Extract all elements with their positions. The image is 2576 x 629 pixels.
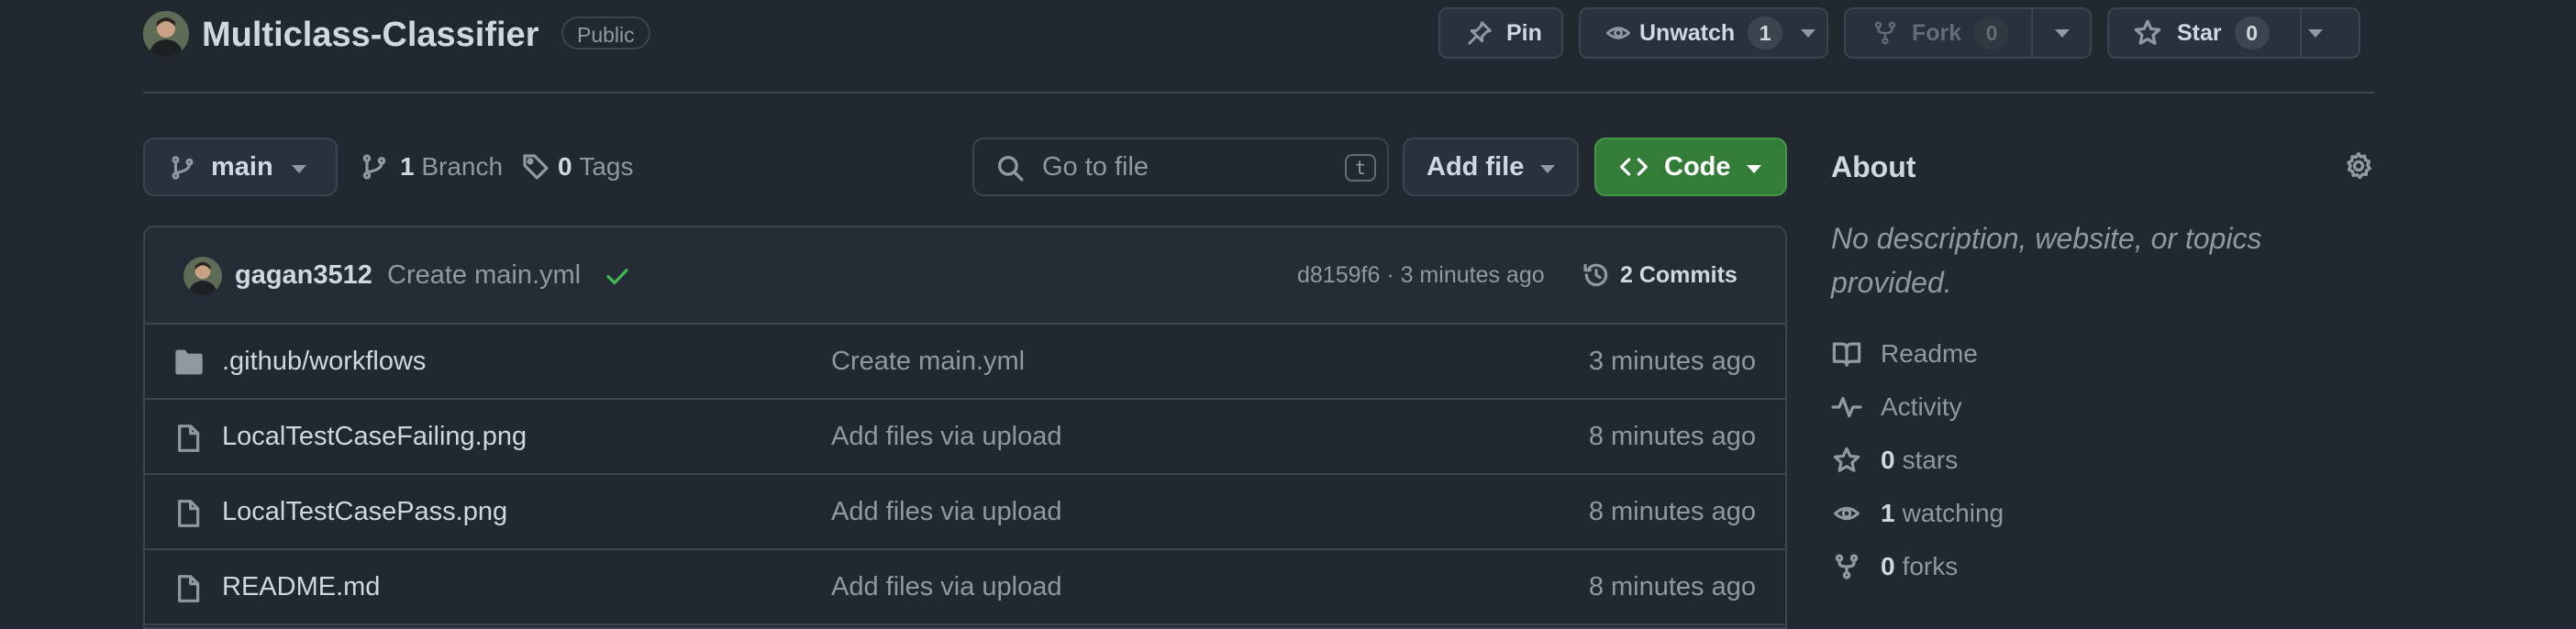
readme-label: Readme	[1881, 339, 1978, 368]
file-commit-time: 8 minutes ago	[1588, 422, 1756, 451]
history-icon	[1583, 263, 1608, 287]
file-commit-time: 8 minutes ago	[1588, 572, 1756, 601]
commit-author[interactable]: gagan3512	[235, 227, 372, 323]
file-commit-message[interactable]: Add files via upload	[831, 475, 1062, 548]
code-icon	[1620, 158, 1648, 176]
tags-count: 0	[558, 152, 572, 181]
fork-icon	[1835, 554, 1859, 579]
about-description: No description, website, or topics provi…	[1831, 222, 2262, 299]
pin-label: Pin	[1506, 19, 1542, 46]
add-file-label: Add file	[1427, 152, 1525, 182]
check-icon[interactable]	[604, 262, 631, 290]
file-row[interactable]: README.md Add files via upload 8 minutes…	[145, 550, 1785, 625]
file-commit-message[interactable]: Add files via upload	[831, 400, 1062, 473]
search-placeholder: Go to file	[1042, 152, 1149, 182]
eye-icon	[1834, 506, 1860, 521]
commit-message[interactable]: Create main.yml	[387, 227, 581, 323]
commits-link[interactable]: 2 Commits	[1620, 227, 1738, 323]
fork-counter: 0	[1974, 17, 2010, 50]
star-icon	[1833, 447, 1860, 472]
commit-hash-time[interactable]: d8159f6 · 3 minutes ago	[1297, 227, 1545, 323]
gear-icon[interactable]	[2343, 150, 2374, 182]
star-button[interactable]: Star 0	[2107, 7, 2360, 59]
stars-link[interactable]: 0 stars	[1831, 442, 1958, 479]
stars-label: stars	[1902, 446, 1959, 474]
file-name[interactable]: .github/workflows	[222, 325, 426, 398]
activity-label: Activity	[1881, 392, 1962, 421]
unwatch-label: Unwatch	[1639, 19, 1736, 46]
fork-icon	[1874, 21, 1896, 45]
file-table: gagan3512 Create main.yml d8159f6 · 3 mi…	[143, 226, 1787, 629]
visibility-badge: Public	[561, 17, 650, 50]
file-row[interactable]: .github/workflows Create main.yml 3 minu…	[145, 325, 1785, 400]
search-icon	[997, 155, 1024, 182]
file-icon	[178, 575, 200, 602]
fork-button[interactable]: Fork 0	[1844, 7, 2092, 59]
file-commit-time: 8 minutes ago	[1588, 497, 1756, 526]
pin-icon	[1468, 21, 1492, 45]
chevron-down-icon	[1747, 165, 1761, 173]
watchers-counter: 1	[1748, 17, 1783, 50]
chevron-down-icon	[1801, 28, 1816, 38]
folder-icon	[175, 349, 203, 375]
star-icon	[2134, 19, 2161, 45]
code-label: Code	[1664, 152, 1731, 182]
latest-commit-bar: gagan3512 Create main.yml d8159f6 · 3 mi…	[145, 227, 1785, 325]
chevron-down-icon	[292, 165, 306, 173]
branch-selector[interactable]: main	[143, 138, 338, 196]
unwatch-button[interactable]: Unwatch 1	[1579, 7, 1828, 59]
owner-avatar[interactable]	[143, 11, 189, 57]
fork-dropdown-icon[interactable]	[2055, 28, 2071, 38]
file-name[interactable]: LocalTestCasePass.png	[222, 475, 507, 548]
header-divider	[143, 92, 2374, 94]
forks-label: forks	[1902, 552, 1959, 580]
branches-label: Branch	[421, 152, 504, 181]
author-avatar[interactable]	[183, 257, 222, 295]
star-dropdown-icon[interactable]	[2307, 28, 2323, 38]
branch-name: main	[211, 152, 273, 182]
file-commit-message[interactable]: Add files via upload	[831, 550, 1062, 623]
branches-count: 1	[400, 152, 415, 181]
add-file-button[interactable]: Add file	[1403, 138, 1579, 196]
star-label: Star	[2177, 19, 2222, 46]
repo-name[interactable]: Multiclass-Classifier	[202, 13, 539, 57]
fork-label: Fork	[1912, 19, 1962, 46]
branch-icon	[362, 154, 386, 180]
file-icon	[178, 500, 200, 527]
file-commit-message[interactable]: Create main.yml	[831, 325, 1025, 398]
book-icon	[1832, 342, 1861, 367]
watching-count: 1	[1881, 499, 1895, 527]
tags-label: Tags	[579, 152, 634, 181]
file-commit-time: 3 minutes ago	[1588, 347, 1756, 376]
eye-icon	[1605, 27, 1631, 39]
file-name[interactable]: README.md	[222, 550, 380, 623]
file-row[interactable]: LocalTestCasePass.png Add files via uplo…	[145, 475, 1785, 550]
search-shortcut-key: t	[1345, 154, 1376, 182]
file-icon	[178, 425, 200, 452]
forks-count: 0	[1881, 552, 1895, 580]
activity-link[interactable]: Activity	[1831, 389, 1962, 425]
watching-link[interactable]: 1 watching	[1831, 495, 2004, 532]
file-name[interactable]: LocalTestCaseFailing.png	[222, 400, 527, 473]
go-to-file-search[interactable]: Go to file t	[972, 138, 1389, 196]
file-row[interactable]: LocalTestCaseFailing.png Add files via u…	[145, 400, 1785, 475]
pulse-icon	[1831, 396, 1862, 418]
readme-link[interactable]: Readme	[1831, 336, 1978, 372]
code-button[interactable]: Code	[1594, 138, 1787, 196]
forks-link[interactable]: 0 forks	[1831, 548, 1958, 585]
tag-icon	[523, 154, 549, 180]
star-counter: 0	[2234, 17, 2270, 50]
about-heading: About	[1831, 150, 1916, 183]
chevron-down-icon	[1540, 165, 1555, 173]
branch-icon	[172, 156, 194, 180]
tags-link[interactable]: 0 Tags	[521, 138, 634, 196]
watching-label: watching	[1902, 499, 2004, 527]
stars-count: 0	[1881, 446, 1895, 474]
branches-link[interactable]: 1 Branch	[360, 138, 503, 196]
pin-button[interactable]: Pin	[1438, 7, 1563, 59]
